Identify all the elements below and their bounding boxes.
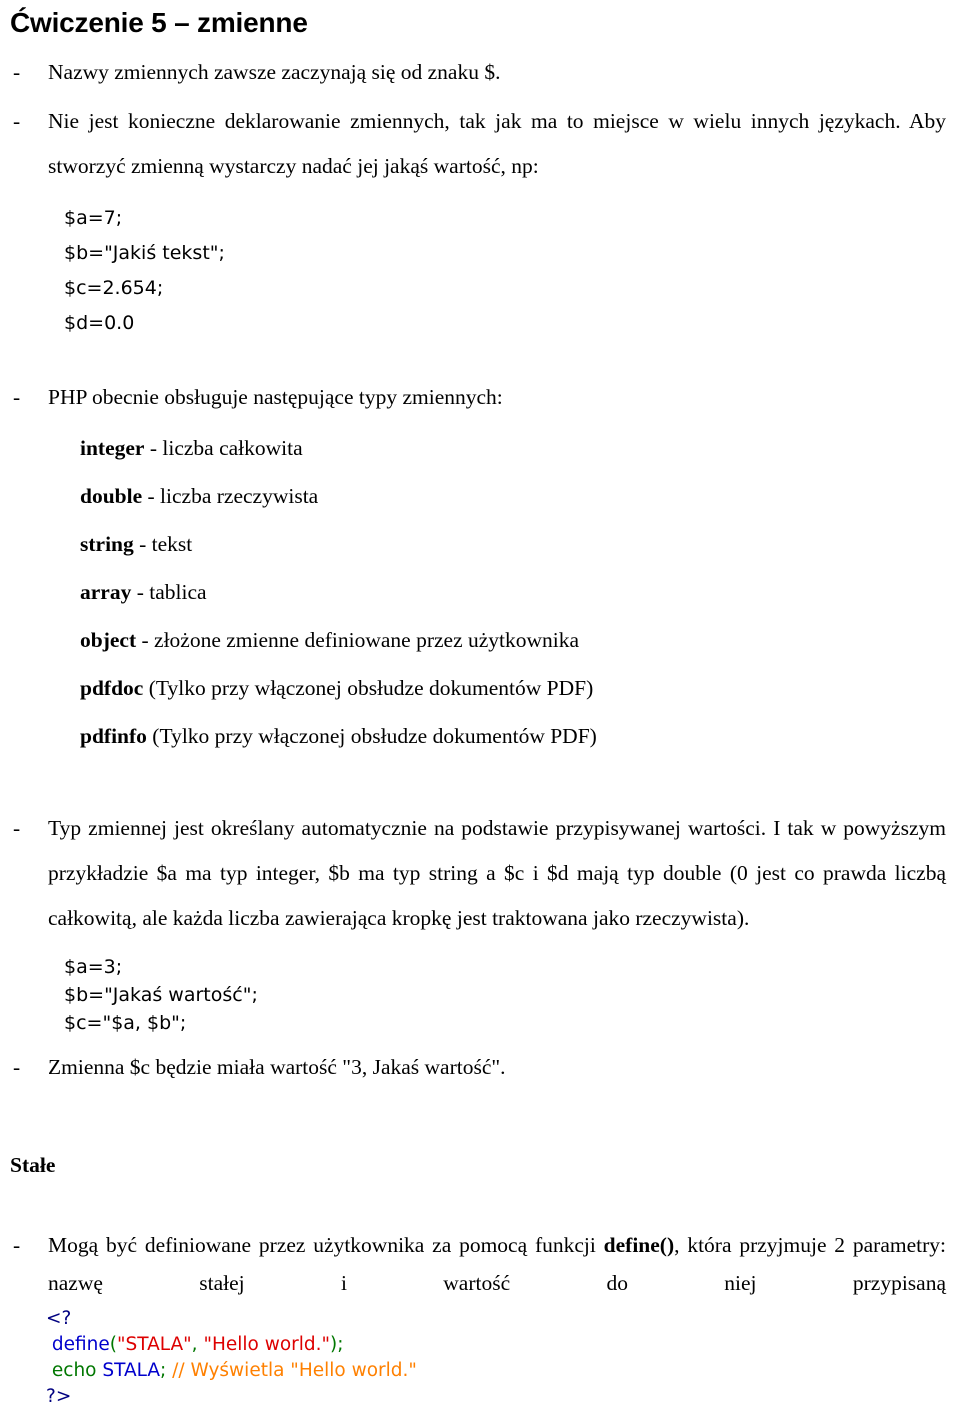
code-line: $b="Jakiś tekst";	[64, 242, 225, 264]
type-description: - tekst	[139, 532, 193, 556]
list-item: - PHP obecnie obsługuje następujące typy…	[8, 375, 946, 420]
constant-token: STALA	[102, 1360, 161, 1381]
php-open-tag: <?	[46, 1308, 72, 1329]
dash-bullet-icon: -	[13, 816, 21, 840]
type-name: pdfinfo	[80, 724, 147, 748]
list-item: - Typ zmiennej jest określany automatycz…	[8, 806, 946, 941]
code-line: $d=0.0	[64, 312, 135, 334]
list-item-text: Zmienna $c będzie miała wartość "3, Jaka…	[48, 1055, 506, 1079]
list-item: pdfinfo (Tylko przy włączonej obsłudze d…	[80, 712, 946, 760]
list-item: pdfdoc (Tylko przy włączonej obsłudze do…	[80, 664, 946, 712]
list-item-text: Nazwy zmiennych zawsze zaczynają się od …	[48, 60, 501, 84]
list-item: - Mogą być definiowane przez użytkownika …	[8, 1226, 946, 1302]
comma-token: ,	[191, 1334, 204, 1355]
type-description: - liczba rzeczywista	[147, 484, 319, 508]
echo-keyword-token: echo	[51, 1360, 103, 1381]
list-item: - Nie jest konieczne deklarowanie zmienn…	[8, 99, 946, 189]
code-block-variables: $a=7; $b="Jakiś tekst"; $c=2.654; $d=0.0	[8, 201, 946, 341]
comment-token: // Wyświetla "Hello world."	[166, 1360, 417, 1381]
list-item: - Nazwy zmiennych zawsze zaczynają się o…	[8, 50, 946, 95]
section-heading-constants: Stałe	[10, 1153, 56, 1177]
code-line-close-tag: ?>	[46, 1384, 946, 1410]
dash-bullet-icon: -	[13, 60, 21, 84]
type-name: string	[80, 532, 134, 556]
code-block-interpolation: $a=3; $b="Jakaś wartość"; $c="$a, $b";	[8, 953, 946, 1037]
php-close-tag: ?>	[46, 1386, 72, 1407]
list-item: - Zmienna $c będzie miała wartość "3, Ja…	[8, 1045, 946, 1090]
open-paren-token: (	[109, 1334, 117, 1355]
dash-bullet-icon: -	[13, 1233, 21, 1257]
list-item-text: PHP obecnie obsługuje następujące typy z…	[48, 385, 503, 409]
code-line: $a=7;	[64, 207, 123, 229]
code-line: $c="$a, $b";	[64, 1012, 187, 1034]
list-item: string - tekst	[80, 520, 946, 568]
page-title: Ćwiczenie 5 – zmienne	[10, 7, 308, 38]
code-line: $c=2.654;	[64, 277, 164, 299]
list-item-text: Typ zmiennej jest określany automatyczni…	[48, 816, 946, 930]
dash-bullet-icon: -	[13, 385, 21, 409]
code-line-define: define("STALA", "Hello world.");	[46, 1332, 946, 1358]
string-literal-name: "STALA"	[117, 1334, 192, 1355]
type-description: - tablica	[136, 580, 207, 604]
type-description: - liczba całkowita	[149, 436, 303, 460]
type-name: pdfdoc	[80, 676, 144, 700]
list-item: object - złożone zmienne definiowane prz…	[80, 616, 946, 664]
string-literal-value: "Hello world."	[203, 1334, 331, 1355]
list-item: integer - liczba całkowita	[80, 424, 946, 472]
list-item: array - tablica	[80, 568, 946, 616]
code-line: $b="Jakaś wartość";	[64, 984, 258, 1006]
code-line: $a=3;	[64, 956, 123, 978]
type-description: - złożone zmienne definiowane przez użyt…	[141, 628, 580, 652]
function-name: define()	[603, 1233, 675, 1257]
code-line-open-tag: <?	[46, 1306, 946, 1332]
code-line-echo: echo STALA; // Wyświetla "Hello world."	[46, 1358, 946, 1384]
list-item-text: Nie jest konieczne deklarowanie zmiennyc…	[48, 109, 946, 178]
define-function-token: define	[51, 1334, 110, 1355]
php-code-snippet: <? define("STALA", "Hello world."); echo…	[8, 1306, 946, 1410]
dash-bullet-icon: -	[13, 1055, 21, 1079]
type-name: object	[80, 628, 137, 652]
close-paren-semicolon-token: );	[330, 1334, 344, 1355]
document-page: Ćwiczenie 5 – zmienne - Nazwy zmiennych …	[0, 6, 960, 1407]
type-name: integer	[80, 436, 145, 460]
list-item: double - liczba rzeczywista	[80, 472, 946, 520]
variable-types-list: integer - liczba całkowita double - licz…	[8, 424, 946, 760]
type-description: (Tylko przy włączonej obsłudze dokumentó…	[148, 676, 594, 700]
type-name: double	[80, 484, 143, 508]
list-item-text-part1: Mogą być definiowane przez użytkownika z…	[48, 1233, 604, 1257]
type-name: array	[80, 580, 132, 604]
type-description: (Tylko przy włączonej obsłudze dokumentó…	[152, 724, 597, 748]
dash-bullet-icon: -	[13, 109, 21, 133]
